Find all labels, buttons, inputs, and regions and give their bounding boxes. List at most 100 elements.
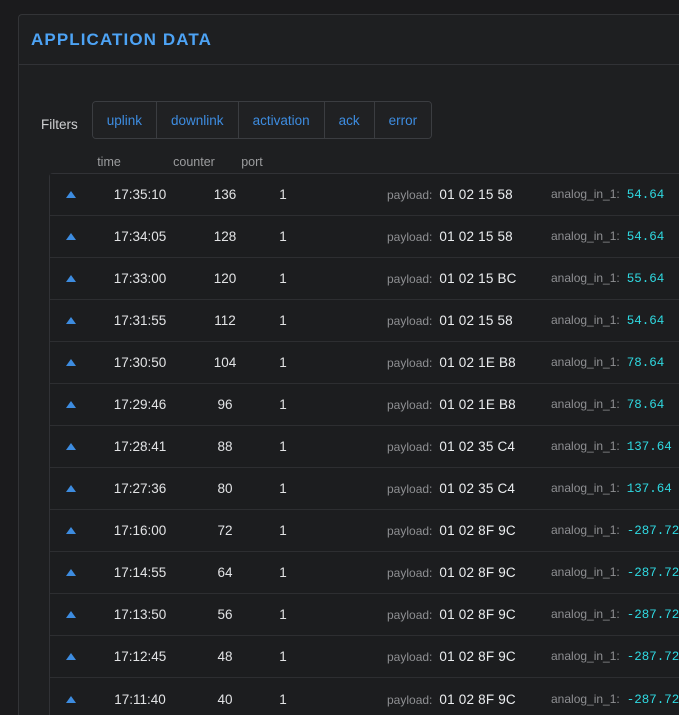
filters-label: Filters xyxy=(41,117,78,132)
uplink-arrow-cell xyxy=(50,275,92,282)
table-row[interactable]: 17:35:10 136 1 payload: 01 02 15 58 anal… xyxy=(50,174,679,216)
payload-kv: payload: 01 02 15 58 xyxy=(387,229,513,244)
payload-label: payload: xyxy=(387,608,433,622)
analog-kv: analog_in_1: 78.64 xyxy=(551,355,664,370)
cell-port: 1 xyxy=(279,649,287,664)
cell-time: 17:14:55 xyxy=(113,565,167,580)
uplink-arrow-cell xyxy=(50,191,92,198)
panel-body: Filters uplink downlink activation ack e… xyxy=(19,65,679,715)
analog-kv: analog_in_1: 54.64 xyxy=(551,229,664,244)
payload-block: payload: 01 02 8F 9C xyxy=(387,649,537,664)
filter-button-error[interactable]: error xyxy=(374,102,432,138)
analog-value: -287.72 xyxy=(626,650,679,664)
analog-block: analog_in_1: -287.72 xyxy=(551,692,679,707)
table-row[interactable]: 17:11:40 40 1 payload: 01 02 8F 9C analo… xyxy=(50,678,679,715)
uplink-arrow-cell xyxy=(50,569,92,576)
cell-counter: 64 xyxy=(217,565,233,580)
arrow-up-icon xyxy=(66,653,76,660)
cell-counter: 128 xyxy=(213,229,237,244)
table-row[interactable]: 17:16:00 72 1 payload: 01 02 8F 9C analo… xyxy=(50,510,679,552)
table-row[interactable]: 17:29:46 96 1 payload: 01 02 1E B8 analo… xyxy=(50,384,679,426)
application-data-panel: APPLICATION DATA Filters uplink downlink… xyxy=(18,14,679,715)
analog-kv: analog_in_1: -287.72 xyxy=(551,692,679,707)
analog-value: 78.64 xyxy=(626,398,665,412)
column-header-counter: counter xyxy=(173,155,215,169)
analog-label: analog_in_1: xyxy=(551,439,620,453)
uplink-arrow-cell xyxy=(50,401,92,408)
table-row[interactable]: 17:30:50 104 1 payload: 01 02 1E B8 anal… xyxy=(50,342,679,384)
analog-label: analog_in_1: xyxy=(551,691,620,706)
payload-value: 01 02 8F 9C xyxy=(439,691,516,707)
payload-value: 01 02 8F 9C xyxy=(439,565,516,580)
cell-counter: 104 xyxy=(213,355,237,370)
payload-value: 01 02 15 58 xyxy=(439,229,513,244)
filter-button-uplink[interactable]: uplink xyxy=(92,102,158,138)
payload-kv: payload: 01 02 8F 9C xyxy=(387,607,516,622)
payload-kv: payload: 01 02 8F 9C xyxy=(387,649,516,664)
analog-label: analog_in_1: xyxy=(551,523,620,537)
analog-kv: analog_in_1: -287.72 xyxy=(551,565,679,580)
analog-block: analog_in_1: 54.64 xyxy=(551,187,679,202)
table-row[interactable]: 17:34:05 128 1 payload: 01 02 15 58 anal… xyxy=(50,216,679,258)
payload-block: payload: 01 02 8F 9C xyxy=(387,565,537,580)
uplink-arrow-cell xyxy=(50,485,92,492)
uplink-arrow-cell xyxy=(50,317,92,324)
analog-kv: analog_in_1: 137.64 xyxy=(551,439,672,454)
analog-block: analog_in_1: 55.64 xyxy=(551,271,679,286)
payload-block: payload: 01 02 35 C4 xyxy=(387,439,537,454)
analog-value: -287.72 xyxy=(626,608,679,622)
table-row[interactable]: 17:12:45 48 1 payload: 01 02 8F 9C analo… xyxy=(50,636,679,678)
analog-kv: analog_in_1: -287.72 xyxy=(551,523,679,538)
table-row[interactable]: 17:28:41 88 1 payload: 01 02 35 C4 analo… xyxy=(50,426,679,468)
analog-block: analog_in_1: 54.64 xyxy=(551,313,679,328)
filter-button-ack[interactable]: ack xyxy=(324,102,375,138)
payload-value: 01 02 15 58 xyxy=(439,313,513,328)
cell-time: 17:35:10 xyxy=(113,187,167,202)
cell-counter: 112 xyxy=(214,313,236,328)
cell-port: 1 xyxy=(279,565,287,580)
payload-block: payload: 01 02 8F 9C xyxy=(387,692,537,707)
analog-value: 55.64 xyxy=(626,272,665,286)
analog-block: analog_in_1: -287.72 xyxy=(551,649,679,664)
payload-label: payload: xyxy=(387,650,433,664)
cell-counter: 40 xyxy=(217,691,233,707)
table-row[interactable]: 17:14:55 64 1 payload: 01 02 8F 9C analo… xyxy=(50,552,679,594)
analog-label: analog_in_1: xyxy=(551,355,620,369)
analog-value: -287.72 xyxy=(626,692,679,707)
filter-button-downlink[interactable]: downlink xyxy=(157,102,239,138)
cell-port: 1 xyxy=(279,187,287,202)
cell-time: 17:13:50 xyxy=(113,607,167,622)
uplink-arrow-cell xyxy=(50,527,92,534)
filter-button-activation[interactable]: activation xyxy=(238,102,325,138)
analog-block: analog_in_1: 78.64 xyxy=(551,397,679,412)
cell-port: 1 xyxy=(279,691,287,707)
payload-label: payload: xyxy=(387,356,433,370)
cell-counter: 72 xyxy=(217,523,233,538)
panel-header: APPLICATION DATA xyxy=(19,15,679,65)
analog-label: analog_in_1: xyxy=(551,271,620,285)
cell-port: 1 xyxy=(279,313,287,328)
cell-time: 17:28:41 xyxy=(113,439,167,454)
analog-value: 78.64 xyxy=(626,356,665,370)
table-row[interactable]: 17:31:55 112 1 payload: 01 02 15 58 anal… xyxy=(50,300,679,342)
analog-value: -287.72 xyxy=(626,524,679,538)
table-row[interactable]: 17:33:00 120 1 payload: 01 02 15 BC anal… xyxy=(50,258,679,300)
payload-label: payload: xyxy=(387,440,433,454)
arrow-up-icon xyxy=(66,401,76,408)
analog-label: analog_in_1: xyxy=(551,481,620,495)
cell-port: 1 xyxy=(279,607,287,622)
filter-button-group: uplink downlink activation ack error xyxy=(91,101,433,139)
table-row[interactable]: 17:13:50 56 1 payload: 01 02 8F 9C analo… xyxy=(50,594,679,636)
table-row[interactable]: 17:27:36 80 1 payload: 01 02 35 C4 analo… xyxy=(50,468,679,510)
arrow-up-icon xyxy=(66,527,76,534)
cell-time: 17:16:00 xyxy=(113,523,167,538)
analog-block: analog_in_1: -287.72 xyxy=(551,565,679,580)
uplink-arrow-cell xyxy=(50,359,92,366)
cell-counter: 48 xyxy=(217,649,233,664)
cell-port: 1 xyxy=(279,439,287,454)
uplink-arrow-cell xyxy=(50,233,92,240)
payload-value: 01 02 15 BC xyxy=(439,271,517,286)
analog-block: analog_in_1: 137.64 xyxy=(551,439,679,454)
payload-label: payload: xyxy=(387,398,433,412)
analog-value: 54.64 xyxy=(626,188,665,202)
